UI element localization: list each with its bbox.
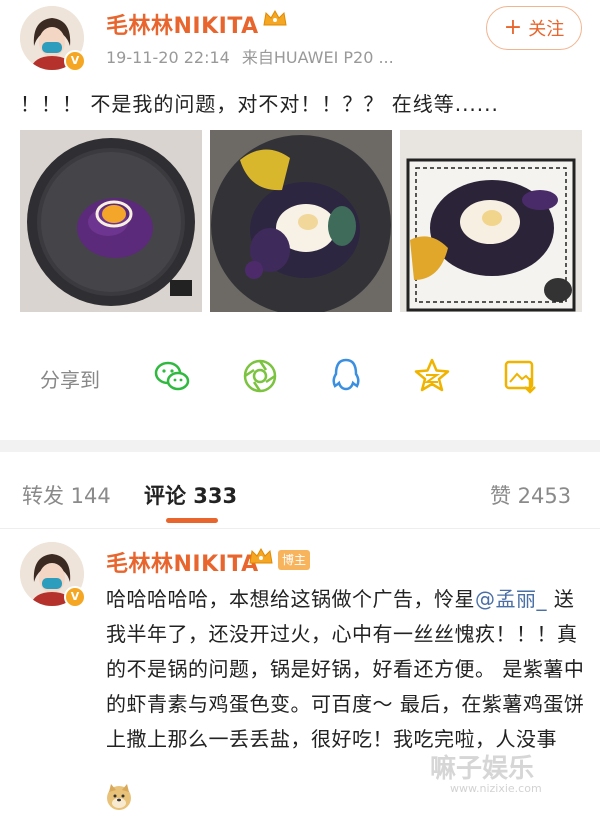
post-username[interactable]: 毛林林NIKITA (106, 8, 259, 40)
qq-icon[interactable] (326, 356, 366, 396)
mention-link[interactable]: @孟丽_ (475, 587, 547, 611)
doge-emoji-icon (104, 782, 134, 812)
post-header: V 毛林林NIKITA 19-11-20 22:14 来自HUAWEI P20 .… (0, 0, 600, 80)
photo-grid (20, 130, 582, 312)
watermark: 嘛子娱乐 (430, 754, 535, 784)
commenter-username[interactable]: 毛林林NIKITA (106, 546, 259, 578)
post-timestamp: 19-11-20 22:14 (106, 48, 230, 67)
save-image-icon[interactable] (500, 356, 540, 396)
post-meta: 19-11-20 22:14 来自HUAWEI P20 ... (106, 44, 406, 68)
active-tab-indicator (166, 518, 218, 523)
author-tag: 博主 (278, 550, 310, 570)
interaction-tabs: 转发 144 评论 333 赞 2453 (0, 470, 600, 526)
post-source: 来自HUAWEI P20 ... (241, 48, 394, 67)
share-row: 分享到 (0, 346, 600, 406)
comment-text-part1: 哈哈哈哈哈，本想给这锅做个广告，怜星 (106, 587, 475, 611)
share-label: 分享到 (40, 368, 100, 392)
tab-comments[interactable]: 评论 333 (144, 480, 237, 510)
watermark-url: www.nizixie.com (450, 782, 542, 795)
wechat-icon[interactable] (152, 356, 192, 396)
crown-icon (248, 546, 274, 566)
moments-icon[interactable] (240, 356, 280, 396)
tabs-divider (0, 528, 600, 529)
verified-badge-icon: V (64, 586, 86, 608)
crown-icon (262, 8, 288, 28)
plus-icon: + (503, 15, 523, 40)
follow-button[interactable]: + 关注 (486, 6, 582, 50)
tab-likes[interactable]: 赞 2453 (490, 480, 571, 510)
photo-1[interactable] (20, 130, 202, 312)
comment-text-part2: 送我半年了，还没开过火，心中有一丝丝愧疚！！！真的不是锅的问题，锅是好锅，好看还… (106, 587, 585, 751)
verified-badge-icon: V (64, 50, 86, 72)
post-text: ！！！ 不是我的问题，对不对！！？？ 在线等...... (20, 92, 499, 116)
qzone-icon[interactable] (412, 356, 452, 396)
photo-2[interactable] (210, 130, 392, 312)
comment-text: 哈哈哈哈哈，本想给这锅做个广告，怜星@孟丽_ 送我半年了，还没开过火，心中有一丝… (106, 582, 586, 757)
follow-label: 关注 (528, 19, 565, 40)
photo-3[interactable] (400, 130, 582, 312)
tab-repost[interactable]: 转发 144 (22, 480, 111, 510)
section-divider (0, 440, 600, 452)
